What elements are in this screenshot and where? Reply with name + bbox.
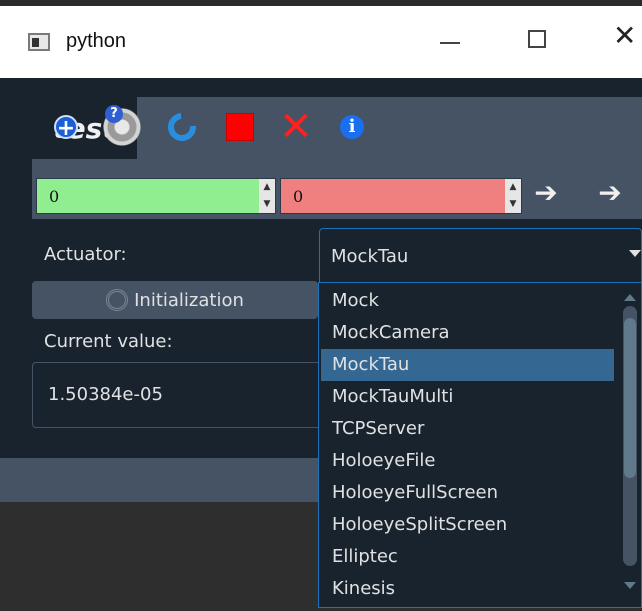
info-icon: i [340, 115, 364, 139]
list-item[interactable]: HoloeyeFile [321, 445, 614, 477]
gear-icon [106, 289, 129, 311]
settings-help-button[interactable]: ? [100, 105, 144, 149]
toolbar: + ? ✕ i test [32, 97, 642, 159]
refresh-icon [162, 107, 202, 147]
scroll-up-icon[interactable] [624, 294, 636, 301]
list-item[interactable]: Kinesis [321, 573, 614, 605]
arrow-right-icon: ➔ [598, 175, 622, 209]
target-value-spinbox[interactable]: 0 ▲ ▼ [36, 178, 276, 214]
chevron-down-icon[interactable] [629, 250, 641, 257]
stop-button[interactable] [218, 105, 262, 149]
actuator-selected: MockTau [331, 246, 409, 267]
gear-icon: ? [102, 105, 142, 147]
delete-button[interactable]: ✕ [274, 105, 318, 149]
list-item-selected[interactable]: MockTau [321, 349, 614, 381]
actuator-label: Actuator: [44, 244, 127, 265]
list-item[interactable]: MockCamera [321, 317, 614, 349]
spin-arrows[interactable]: ▲ ▼ [505, 179, 521, 213]
list-item[interactable]: TCPServer [321, 413, 614, 445]
list-item[interactable]: HoloeyeFullScreen [321, 477, 614, 509]
move-abs-button[interactable]: ➔ [530, 175, 562, 209]
app-icon [28, 33, 50, 51]
maximize-icon[interactable] [528, 30, 546, 48]
list-item[interactable]: Mock [321, 285, 614, 317]
arrow-right-icon: ➔ [534, 175, 558, 209]
add-icon: + [54, 115, 78, 141]
current-value-label: Current value: [44, 331, 173, 352]
initialization-button[interactable]: Initialization [32, 281, 318, 319]
current-value: 1.50384e-05 [48, 384, 163, 405]
actuator-dropdown-list: Mock MockCamera MockTau MockTauMulti TCP… [318, 282, 642, 608]
scrollbar-thumb[interactable] [624, 318, 636, 478]
relative-value-text: 0 [293, 187, 304, 206]
window-title: python [66, 30, 127, 52]
value-row: 0 ▲ ▼ 0 ▲ ▼ ➔ ➔ [32, 159, 642, 219]
stop-icon [226, 113, 254, 141]
minimize-icon[interactable] [440, 42, 460, 44]
list-item[interactable]: Elliptec [321, 541, 614, 573]
delete-icon: ✕ [279, 104, 313, 150]
list-item[interactable]: HoloeyeSplitScreen [321, 509, 614, 541]
move-rel-button[interactable]: ➔ [594, 175, 626, 209]
close-icon[interactable]: ✕ [613, 22, 636, 50]
initialization-label: Initialization [134, 289, 244, 311]
refresh-button[interactable] [160, 105, 204, 149]
info-button[interactable]: i [330, 105, 374, 149]
spin-arrows[interactable]: ▲ ▼ [259, 179, 275, 213]
scroll-down-icon[interactable] [624, 582, 636, 589]
relative-value-spinbox[interactable]: 0 ▲ ▼ [280, 178, 522, 214]
list-item[interactable]: MockTauMulti [321, 381, 614, 413]
dropdown-scrollbar[interactable] [619, 282, 641, 608]
target-value-text: 0 [49, 187, 60, 206]
add-button[interactable]: + [44, 105, 88, 149]
